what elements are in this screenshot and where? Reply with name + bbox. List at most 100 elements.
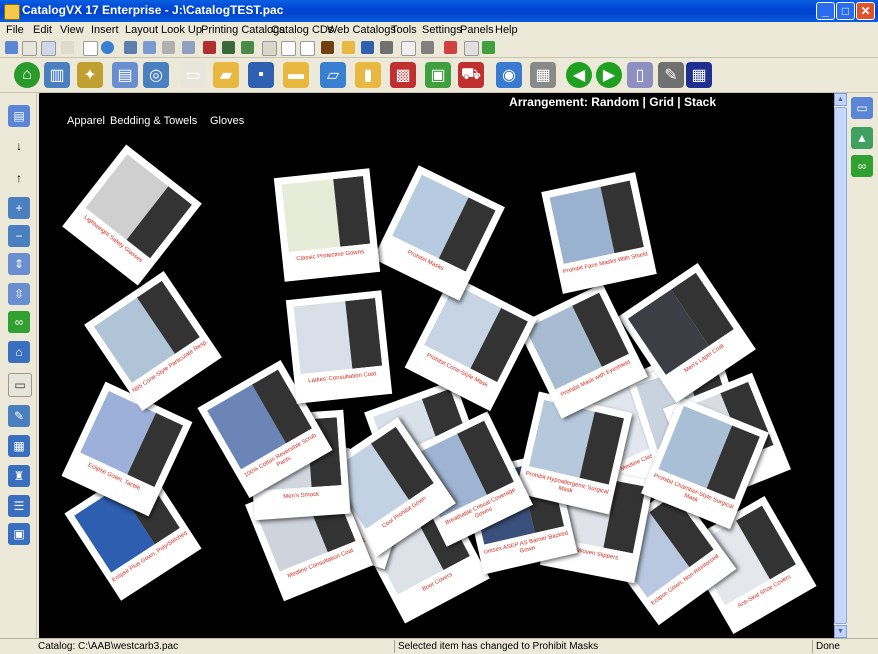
forward-arrow-icon[interactable]: ▶ [596,62,622,88]
page-preview-icon[interactable]: ▭ [8,373,32,397]
pages-icon[interactable]: ▤ [112,62,138,88]
scroll-down-icon[interactable]: ▼ [834,625,847,638]
catalog-lock-icon[interactable]: ▣ [425,62,451,88]
status-bar: Catalog: C:\AAB\westcarb3.pac Selected i… [0,638,878,654]
product-card[interactable]: Classic Protective Gowns [273,168,381,282]
books-icon[interactable]: ▥ [44,62,70,88]
blank-page-icon[interactable] [83,41,98,56]
product-card[interactable]: Eclipse Gown, Tactile [61,381,193,517]
print-icon[interactable] [421,41,434,54]
arrangement-grid[interactable]: Grid [649,95,674,109]
new-page-icon[interactable]: ▭ [180,62,206,88]
printer-icon[interactable]: ▦ [530,62,556,88]
link-icon[interactable]: ∞ [8,311,30,333]
catalog-pages-icon[interactable]: ▤ [8,105,30,127]
new-page-icon[interactable] [22,41,37,56]
zoom-out-icon[interactable]: − [8,225,30,247]
shopping-cart-icon[interactable]: ⛟ [458,62,484,88]
product-card[interactable]: Ladies' Consultation Coat [285,290,393,404]
category-gloves[interactable]: Gloves [210,115,244,127]
product-card[interactable]: Lightweight Safety Glasses [62,144,202,286]
category-bedding-towels[interactable]: Bedding & Towels [110,115,197,127]
eraser-icon[interactable]: ▯ [627,62,653,88]
page-copy-icon[interactable] [41,41,56,56]
globe-network-icon[interactable]: ◎ [143,62,169,88]
zoom-in-icon[interactable]: + [8,197,30,219]
home-icon[interactable]: ⌂ [8,341,30,363]
new-catalog-icon[interactable] [5,41,18,54]
table-icon[interactable] [203,41,216,54]
home-icon[interactable]: ⌂ [14,62,40,88]
left-tool-rail: ▤ ↓ ↑ + − ⇕ ⇳ ∞ ⌂ ▭ ✎ ▦ ♜ ☰ ▣ [0,93,37,638]
minimize-button[interactable]: _ [816,2,835,20]
paste-icon[interactable] [300,41,315,56]
menu-help[interactable]: Help [495,24,518,36]
expand-icon[interactable]: ⇕ [8,253,30,275]
monitor-icon[interactable]: ▭ [851,97,873,119]
category-apparel[interactable]: Apparel [67,115,105,127]
book-icon[interactable]: ▮ [355,62,381,88]
edit-page-icon[interactable]: ✎ [8,405,30,427]
save-icon[interactable]: ▪ [248,62,274,88]
film-icon[interactable] [222,41,235,54]
open-folder-icon[interactable]: ▰ [213,62,239,88]
save-small-icon[interactable] [361,41,374,54]
menu-insert[interactable]: Insert [91,24,119,36]
globe-icon[interactable] [101,41,114,54]
panel-icon[interactable]: ▣ [8,523,30,545]
hierarchy-icon[interactable]: ♜ [8,465,30,487]
save-as-icon[interactable] [380,41,393,54]
grid-view-icon[interactable]: ▦ [686,62,712,88]
menu-view[interactable]: View [60,24,84,36]
menu-look-up[interactable]: Look Up [161,24,202,36]
collapse-icon[interactable]: ⇳ [8,283,30,305]
columns-icon[interactable] [241,41,254,54]
back-arrow-icon[interactable]: ◀ [566,62,592,88]
product-card[interactable]: Prohibit Masks [373,165,505,301]
main-toolbar: ⌂ ▥ ✦ ▤ ◎ ▭ ▰ ▪ ▬ ▱ ▮ ▩ ▣ ⛟ ◉ ▦ ◀ ▶ ▯ ✎ ▦ [0,58,878,93]
layout-icon[interactable] [143,41,156,54]
sort-icon[interactable] [182,41,195,54]
menu-panels[interactable]: Panels [460,24,494,36]
move-down-icon[interactable]: ↓ [8,135,30,157]
book-stack-icon[interactable]: ▩ [390,62,416,88]
open-icon[interactable] [342,41,355,54]
link-chain-icon[interactable]: ∞ [851,155,873,177]
print-preview-icon[interactable] [401,41,416,56]
document-icon[interactable] [281,41,296,56]
cd-disc-icon[interactable]: ◉ [496,62,522,88]
product-card[interactable]: Prohibit Face Masks With Shield [541,172,657,294]
menu-layout[interactable]: Layout [125,24,158,36]
catalog-canvas[interactable]: Arrangement: Random | Grid | Stack Appar… [39,93,834,638]
app-icon[interactable] [4,4,20,20]
folder-open-icon[interactable]: ▱ [320,62,346,88]
move-up-icon[interactable]: ↑ [8,167,30,189]
pen-icon[interactable]: ✎ [658,62,684,88]
grid-icon[interactable] [124,41,137,54]
image-icon[interactable]: ▲ [851,127,873,149]
magic-wand-icon[interactable]: ✦ [77,62,103,88]
menu-catalog-cds[interactable]: Catalog CDs [271,24,333,36]
copy-icon[interactable] [262,41,277,56]
arrangement-stack[interactable]: Stack [684,95,716,109]
pencil-icon[interactable] [321,41,334,54]
tag-icon[interactable] [444,41,457,54]
scroll-up-icon[interactable]: ▲ [834,93,847,106]
search-icon[interactable] [162,41,175,54]
spreadsheet-icon[interactable]: ▦ [8,435,30,457]
scroll-thumb[interactable] [834,107,847,624]
refresh-icon[interactable] [482,41,495,54]
maximize-button[interactable]: □ [836,2,855,20]
folder-icon[interactable]: ▬ [283,62,309,88]
menu-web-catalogs[interactable]: Web Catalogs [327,24,396,36]
list-tree-icon[interactable]: ☰ [8,495,30,517]
menu-file[interactable]: File [6,24,24,36]
tag-list-icon[interactable] [464,41,479,56]
arrangement-random[interactable]: Random [591,95,639,109]
menu-settings[interactable]: Settings [422,24,462,36]
zoom-page-icon[interactable] [61,41,74,54]
vertical-scrollbar[interactable]: ▲ ▼ [834,93,847,638]
close-button[interactable]: ✕ [856,2,875,20]
menu-edit[interactable]: Edit [33,24,52,36]
menu-tools[interactable]: Tools [391,24,417,36]
